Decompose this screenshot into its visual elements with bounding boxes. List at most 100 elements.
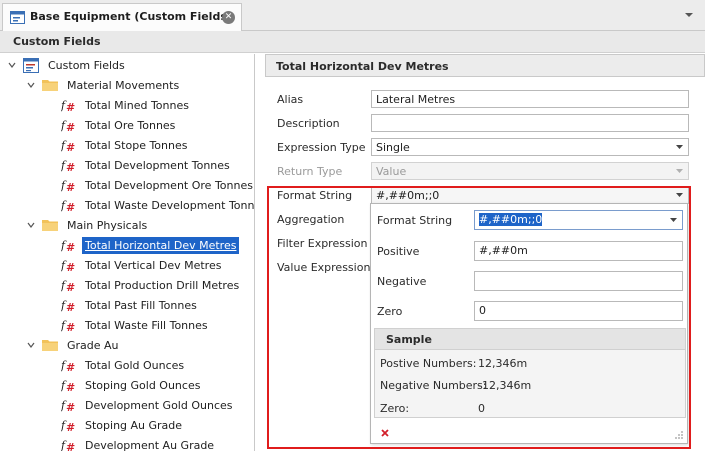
tree-item[interactable]: f # Total Past Fill Tonnes xyxy=(61,295,200,315)
folder-icon xyxy=(42,340,58,351)
description-label: Description xyxy=(277,117,340,130)
svg-text:#: # xyxy=(66,201,75,212)
properties-title: Total Horizontal Dev Metres xyxy=(276,60,449,73)
formula-field-icon: f # xyxy=(61,279,75,292)
alias-label: Alias xyxy=(277,93,304,106)
folder-icon xyxy=(42,80,58,91)
expression-type-select[interactable]: Single xyxy=(371,138,689,156)
alias-value: Lateral Metres xyxy=(376,93,456,106)
tree-item-label: Total Ore Tonnes xyxy=(85,118,176,132)
tree-item[interactable]: f # Total Ore Tonnes xyxy=(61,115,178,135)
tree-item-label: Development Au Grade xyxy=(85,438,215,451)
expand-chevron-icon[interactable] xyxy=(8,61,16,69)
close-tab-icon[interactable]: ✕ xyxy=(222,11,235,24)
svg-text:#: # xyxy=(66,441,75,451)
tree-item-label: Total Development Ore Tonnes xyxy=(85,178,253,192)
tree-item-label: Total Gold Ounces xyxy=(85,358,185,372)
formula-field-icon: f # xyxy=(61,359,75,372)
tree-item[interactable]: f # Total Vertical Dev Metres xyxy=(61,255,224,275)
formula-field-icon: f # xyxy=(61,239,75,252)
tree-item[interactable]: f # Total Waste Development Tonnes xyxy=(61,195,255,215)
formula-field-icon: f # xyxy=(61,139,75,152)
tree-item-label: Total Production Drill Metres xyxy=(85,278,240,292)
svg-text:#: # xyxy=(66,241,75,252)
dropdown-arrow-icon xyxy=(676,169,683,173)
tree-item[interactable]: f # Total Development Tonnes xyxy=(61,155,233,175)
tree-root[interactable]: Custom Fields xyxy=(8,55,128,75)
expand-chevron-icon[interactable] xyxy=(27,341,35,349)
custom-fields-tab-icon xyxy=(10,11,25,24)
properties-header: Total Horizontal Dev Metres xyxy=(265,54,705,77)
custom-fields-root-icon xyxy=(23,57,39,73)
formula-field-icon: f # xyxy=(61,99,75,112)
tree-group-label: Grade Au xyxy=(67,338,119,352)
expression-type-label: Expression Type xyxy=(277,141,366,154)
tree-item[interactable]: f # Total Stope Tonnes xyxy=(61,135,190,155)
formula-field-icon: f # xyxy=(61,439,75,451)
tree-item[interactable]: f # Total Waste Fill Tonnes xyxy=(61,315,211,335)
tree-item-label: Total Past Fill Tonnes xyxy=(85,298,197,312)
svg-text:#: # xyxy=(66,141,75,152)
expand-chevron-icon[interactable] xyxy=(27,221,35,229)
section-title: Custom Fields xyxy=(13,35,101,48)
return-type-label: Return Type xyxy=(277,165,343,178)
tree-item-label: Total Horizontal Dev Metres xyxy=(82,236,240,254)
dropdown-arrow-icon[interactable] xyxy=(676,145,683,149)
expand-chevron-icon[interactable] xyxy=(27,81,35,89)
tree-item[interactable]: f # Development Au Grade xyxy=(61,435,217,451)
alias-input[interactable]: Lateral Metres xyxy=(371,90,689,108)
tree-item-selected[interactable]: f # Total Horizontal Dev Metres xyxy=(61,235,240,255)
tree-item-label: Total Waste Fill Tonnes xyxy=(85,318,208,332)
tree-item[interactable]: f # Development Gold Ounces xyxy=(61,395,236,415)
tree-item[interactable]: f # Stoping Au Grade xyxy=(61,415,185,435)
tree-group-material-movements[interactable]: Material Movements xyxy=(27,75,182,95)
highlight-box xyxy=(267,186,691,449)
svg-text:#: # xyxy=(66,261,75,272)
tree-group-label: Main Physicals xyxy=(67,218,148,232)
formula-field-icon: f # xyxy=(61,119,75,132)
formula-field-icon: f # xyxy=(61,179,75,192)
tree-item[interactable]: f # Stoping Gold Ounces xyxy=(61,375,203,395)
formula-field-icon: f # xyxy=(61,299,75,312)
svg-text:#: # xyxy=(66,321,75,332)
expression-type-value: Single xyxy=(376,141,410,154)
document-tab-strip: Base Equipment (Custom Fields) ✕ xyxy=(0,0,705,31)
tree-item-label: Stoping Gold Ounces xyxy=(85,378,201,392)
svg-text:#: # xyxy=(66,401,75,412)
svg-text:#: # xyxy=(66,281,75,292)
document-tab[interactable]: Base Equipment (Custom Fields) ✕ xyxy=(2,3,242,31)
svg-text:#: # xyxy=(66,381,75,392)
svg-text:#: # xyxy=(66,101,75,112)
tree-item-label: Stoping Au Grade xyxy=(85,418,183,432)
formula-field-icon: f # xyxy=(61,399,75,412)
tree-item[interactable]: f # Total Production Drill Metres xyxy=(61,275,242,295)
formula-field-icon: f # xyxy=(61,259,75,272)
section-header: Custom Fields xyxy=(0,31,705,53)
formula-field-icon: f # xyxy=(61,419,75,432)
tree-item-label: Total Vertical Dev Metres xyxy=(85,258,222,272)
svg-text:#: # xyxy=(66,161,75,172)
tab-title: Base Equipment (Custom Fields) xyxy=(30,10,232,23)
tab-list-dropdown-icon[interactable] xyxy=(683,10,695,20)
formula-field-icon: f # xyxy=(61,319,75,332)
svg-text:#: # xyxy=(66,181,75,192)
formula-field-icon: f # xyxy=(61,379,75,392)
custom-fields-tree[interactable]: Custom Fields Material Movements f # Total… xyxy=(0,54,255,451)
tree-root-label: Custom Fields xyxy=(48,58,125,72)
tree-group-main-physicals[interactable]: Main Physicals xyxy=(27,215,150,235)
svg-text:#: # xyxy=(66,421,75,432)
tree-group-grade-au[interactable]: Grade Au xyxy=(27,335,122,355)
tree-item-label: Total Stope Tonnes xyxy=(85,138,188,152)
svg-text:#: # xyxy=(66,361,75,372)
tree-item-label: Total Waste Development Tonnes xyxy=(85,198,255,212)
tree-item[interactable]: f # Total Mined Tonnes xyxy=(61,95,192,115)
tree-item-label: Development Gold Ounces xyxy=(85,398,233,412)
description-input[interactable] xyxy=(371,114,689,132)
formula-field-icon: f # xyxy=(61,199,75,212)
formula-field-icon: f # xyxy=(61,159,75,172)
tree-item-label: Total Development Tonnes xyxy=(85,158,230,172)
return-type-value: Value xyxy=(376,165,407,178)
tree-item[interactable]: f # Total Development Ore Tonnes xyxy=(61,175,254,195)
tree-group-label: Material Movements xyxy=(67,78,180,92)
tree-item[interactable]: f # Total Gold Ounces xyxy=(61,355,187,375)
